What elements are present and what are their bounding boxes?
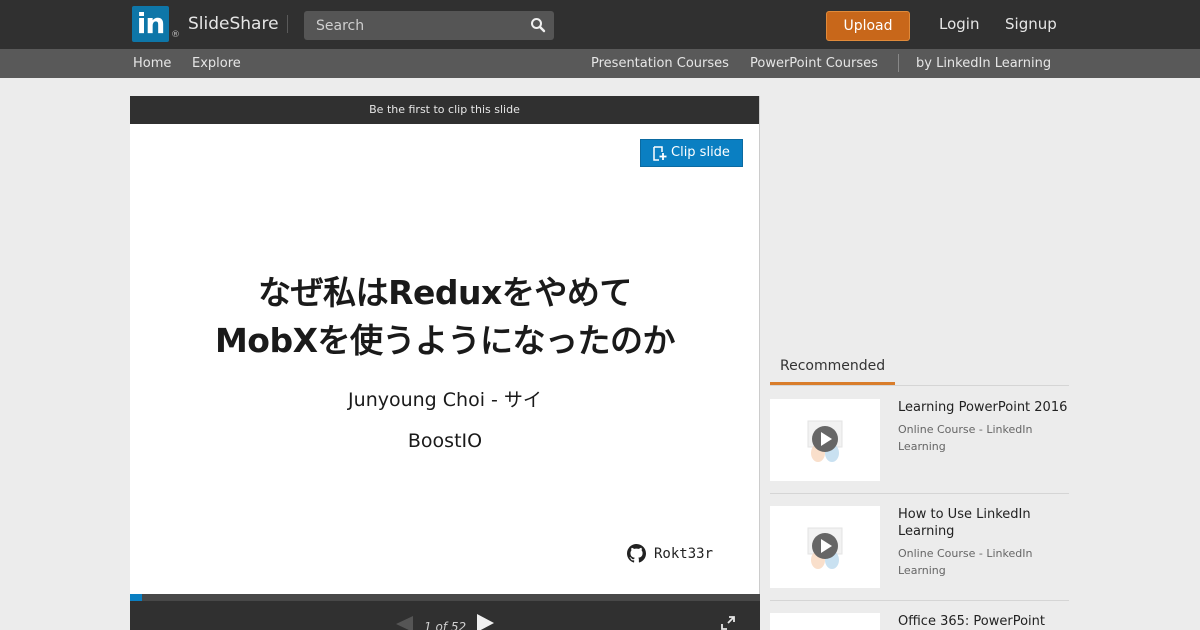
player-controls: 1 of 52 — [130, 601, 760, 630]
course-thumbnail[interactable] — [770, 506, 880, 588]
progress-fill — [130, 594, 142, 601]
clip-slide-label: Clip slide — [671, 145, 730, 160]
nav-linkedin-learning[interactable]: by LinkedIn Learning — [916, 56, 1051, 71]
course-meta: Online Course - LinkedIn Learning — [898, 423, 1033, 453]
github-username: Rokt33r — [654, 545, 714, 562]
github-icon — [627, 544, 646, 563]
clip-slide-button[interactable]: Clip slide — [640, 139, 743, 167]
recommended-item[interactable]: Office 365: PowerPoint — [770, 613, 1069, 630]
course-title[interactable]: How to Use LinkedIn Learning — [898, 506, 1070, 540]
nav-presentation-courses[interactable]: Presentation Courses — [591, 56, 729, 71]
course-thumbnail[interactable] — [770, 399, 880, 481]
linkedin-logo-mark: in — [132, 6, 169, 42]
slide-author: Junyoung Choi - サイ — [348, 389, 542, 411]
clip-header: Be the first to clip this slide — [130, 96, 759, 124]
recommended-item[interactable]: Learning PowerPoint 2016 Online Course -… — [770, 399, 1070, 494]
course-thumbnail[interactable] — [770, 613, 880, 630]
recommended-tab[interactable]: Recommended — [770, 358, 895, 385]
brand-name[interactable]: SlideShare — [188, 14, 279, 34]
login-link[interactable]: Login — [939, 15, 979, 33]
fullscreen-icon[interactable] — [720, 615, 736, 630]
linkedin-logo[interactable]: in ® — [132, 6, 180, 42]
slide-player: Be the first to clip this slide Clip sli… — [130, 96, 760, 630]
slide-organization: BoostIO — [407, 430, 483, 452]
course-meta: Online Course - LinkedIn Learning — [898, 547, 1033, 577]
progress-bar[interactable] — [130, 594, 760, 601]
nav-home[interactable]: Home — [133, 56, 171, 71]
slide-title-line-1: なぜ私はReduxをやめて — [258, 273, 632, 312]
page-indicator: 1 of 52 — [424, 620, 467, 630]
item-divider — [770, 600, 1069, 601]
course-title[interactable]: Office 365: PowerPoint — [898, 613, 1070, 630]
signup-link[interactable]: Signup — [1005, 15, 1057, 33]
next-slide-button[interactable] — [477, 614, 494, 630]
nav-divider — [898, 54, 899, 72]
play-icon — [807, 420, 843, 462]
nav-powerpoint-courses[interactable]: PowerPoint Courses — [750, 56, 878, 71]
search-input[interactable] — [304, 11, 524, 40]
item-divider — [770, 493, 1069, 494]
registered-mark: ® — [171, 30, 180, 40]
sub-navigation: Home Explore Presentation Courses PowerP… — [0, 49, 1200, 78]
search-box — [304, 11, 554, 40]
github-handle: Rokt33r — [627, 544, 713, 563]
search-icon[interactable] — [530, 17, 546, 33]
previous-slide-button[interactable] — [396, 616, 413, 630]
nav-explore[interactable]: Explore — [192, 56, 241, 71]
top-bar: in ® SlideShare Upload Login Signup — [0, 0, 1200, 49]
play-icon — [807, 527, 843, 569]
slide-title-line-2: MobXを使うようになったのか — [214, 321, 676, 360]
upload-button[interactable]: Upload — [826, 11, 910, 41]
recommended-divider — [770, 385, 1069, 386]
clip-icon — [653, 146, 667, 161]
recommended-item[interactable]: How to Use LinkedIn Learning Online Cour… — [770, 506, 1070, 601]
header-divider — [287, 15, 288, 33]
course-title[interactable]: Learning PowerPoint 2016 — [898, 399, 1070, 416]
